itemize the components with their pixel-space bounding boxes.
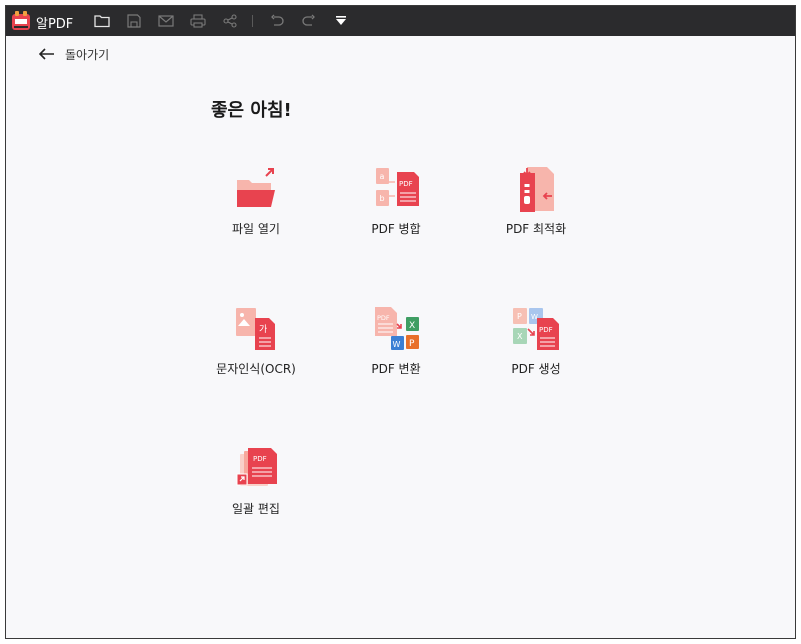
app-window: 알PDF 돌아가기 좋은 아침! 파일 열기 a b PDF PDF 병합 PD… — [5, 5, 796, 639]
tile-label: PDF 변환 — [371, 362, 421, 376]
svg-text:W: W — [393, 340, 401, 349]
save-icon — [127, 14, 141, 28]
tile-open-file[interactable]: 파일 열기 — [196, 166, 316, 246]
mail-icon — [158, 15, 174, 27]
convert-pdf-icon: PDF X W P — [375, 307, 419, 350]
print-icon — [190, 14, 206, 28]
compress-pdf-icon — [520, 167, 554, 212]
mail-button[interactable] — [156, 11, 176, 31]
print-button[interactable] — [188, 11, 208, 31]
title-bar: 알PDF — [6, 6, 795, 36]
svg-text:PDF: PDF — [253, 455, 267, 463]
undo-button[interactable] — [267, 11, 287, 31]
greeting-title: 좋은 아침! — [211, 100, 292, 121]
svg-text:PDF: PDF — [377, 314, 390, 322]
open-folder-button[interactable] — [92, 11, 112, 31]
app-title: 알PDF — [36, 17, 74, 32]
redo-icon — [302, 14, 315, 26]
redo-button[interactable] — [299, 11, 319, 31]
tile-ocr[interactable]: 가 문자인식(OCR) — [196, 306, 316, 386]
undo-icon — [271, 14, 284, 26]
tile-label: 문자인식(OCR) — [216, 362, 296, 376]
dropdown-menu-icon — [336, 16, 346, 25]
svg-text:X: X — [409, 321, 415, 331]
back-button[interactable]: 돌아가기 — [39, 44, 109, 64]
tile-label: PDF 병합 — [371, 222, 421, 236]
dropdown-menu-button[interactable] — [331, 11, 351, 31]
svg-text:가: 가 — [259, 324, 267, 335]
open-folder-icon — [237, 168, 275, 207]
share-icon — [223, 14, 237, 28]
tile-batch-edit[interactable]: PDF 일괄 편집 — [196, 446, 316, 526]
batch-edit-icon: PDF — [236, 448, 277, 486]
ocr-icon: 가 — [236, 308, 275, 350]
svg-text:P: P — [517, 312, 522, 321]
app-logo-icon — [12, 11, 30, 30]
svg-text:P: P — [409, 339, 415, 349]
merge-pdf-icon: a b PDF — [376, 168, 419, 206]
arrow-left-icon — [39, 48, 54, 60]
tile-create-pdf[interactable]: P W X PDF PDF 생성 — [476, 306, 596, 386]
tile-merge-pdf[interactable]: a b PDF PDF 병합 — [336, 166, 456, 246]
svg-text:PDF: PDF — [539, 326, 553, 334]
tile-label: PDF 생성 — [511, 362, 561, 376]
svg-text:X: X — [517, 332, 523, 341]
svg-text:b: b — [380, 194, 385, 203]
share-button[interactable] — [220, 11, 240, 31]
open-folder-icon — [94, 15, 110, 28]
svg-text:W: W — [531, 313, 538, 321]
tile-convert-pdf[interactable]: PDF X W P PDF 변환 — [336, 306, 456, 386]
tile-label: PDF 최적화 — [505, 222, 567, 236]
tile-label: 파일 열기 — [232, 222, 280, 236]
tile-label: 일괄 편집 — [232, 502, 280, 516]
tile-optimize-pdf[interactable]: PDF 최적화 — [476, 166, 596, 246]
svg-text:a: a — [380, 172, 385, 181]
back-label: 돌아가기 — [65, 47, 110, 62]
create-pdf-icon: P W X PDF — [513, 308, 559, 350]
svg-text:PDF: PDF — [399, 180, 413, 188]
toolbar-separator — [252, 15, 253, 27]
save-button[interactable] — [124, 11, 144, 31]
